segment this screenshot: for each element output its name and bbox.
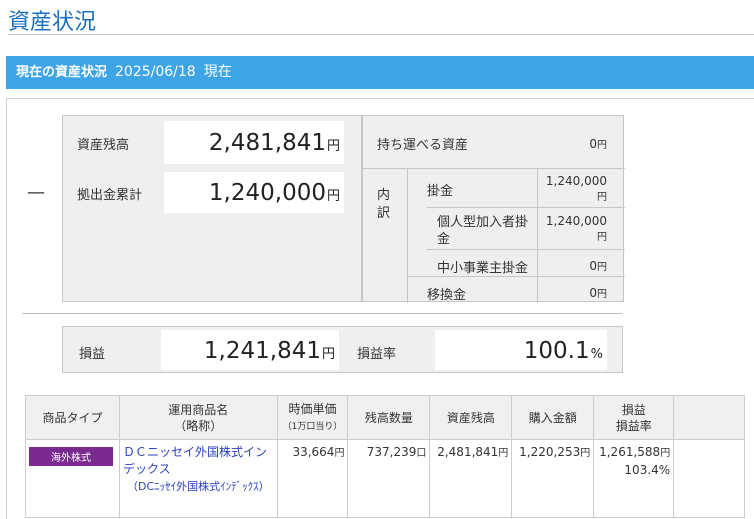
section-header: 現在の資産状況 2025/06/18 現在 <box>6 56 754 89</box>
fund-short-name: （DCﾆｯｾｲ外国株式ｲﾝﾃﾞｯｸｽ） <box>126 480 270 493</box>
profit-value: 1,241,841 <box>203 338 321 364</box>
header-purchase: 購入金額 <box>511 395 595 440</box>
contrib-value: 1,240,000 <box>208 180 326 206</box>
breakdown-label-1: 内 <box>377 188 391 203</box>
profit-rate-box: 100.1% <box>435 330 607 370</box>
balance-amount: 2,481,841円 <box>209 130 340 156</box>
profit-rate-value: 100.1 <box>523 338 590 364</box>
breakdown-divider <box>363 168 625 169</box>
purchase-cell: 1,220,253円 <box>511 439 595 518</box>
header-pl-1: 損益 <box>621 402 646 417</box>
price-unit: 円 <box>334 448 345 459</box>
yen-unit: 円 <box>597 262 607 273</box>
holdings-table: 商品タイプ 運用商品名 （略称） 時価単価 （1万口当り） 残高数量 資産残高 購入… <box>25 395 745 518</box>
section-now: 現在 <box>203 64 232 80</box>
balance-unit: 円 <box>498 448 509 459</box>
transfer-value: 0 <box>589 286 597 300</box>
section-label: 現在の資産状況 <box>16 65 108 80</box>
profit-rate: 100.1% <box>524 338 603 364</box>
contrib-box: 1,240,000円 <box>164 172 344 213</box>
portable-amount: 0円 <box>589 136 607 151</box>
percent-unit: % <box>590 347 603 362</box>
sme-value: 0 <box>589 259 597 273</box>
yen-unit: 円 <box>321 347 335 362</box>
type-badge: 海外株式 <box>29 447 113 466</box>
sme-amount: 0円 <box>589 258 607 273</box>
transfer-label: 移換金 <box>427 288 467 303</box>
transfer-amount: 0円 <box>589 285 607 300</box>
summary-separator <box>22 313 622 314</box>
profit-box: 損益 1,241,841円 損益率 100.1% <box>62 326 623 373</box>
yen-unit: 円 <box>597 192 607 203</box>
profit-value-box: 1,241,841円 <box>161 330 339 370</box>
sme-divider <box>407 276 625 277</box>
header-price-2: （1万口当り） <box>282 421 343 432</box>
header-type: 商品タイプ <box>25 395 120 440</box>
breakdown-label-2: 訳 <box>377 206 391 221</box>
personal-divider <box>427 249 625 250</box>
profit-amount: 1,241,841円 <box>204 338 335 364</box>
value-vline <box>537 168 538 303</box>
pl-value: 1,261,588 <box>599 445 661 459</box>
portable-label: 持ち運べる資産 <box>377 138 469 153</box>
header-name: 運用商品名 （略称） <box>118 395 278 440</box>
pl-cell: 1,261,588円 103.4% <box>593 439 675 518</box>
title-divider <box>8 34 754 35</box>
empty-cell <box>673 439 745 518</box>
personal-value: 1,240,000 <box>545 214 607 228</box>
kakekin-value: 1,240,000 <box>545 174 607 188</box>
header-pl: 損益 損益率 <box>593 395 675 440</box>
purchase-value: 1,220,253 <box>519 445 581 459</box>
header-name-1: 運用商品名 <box>168 402 229 417</box>
profit-rate-label: 損益率 <box>357 347 397 362</box>
header-balance: 資産残高 <box>429 395 513 440</box>
header-name-2: （略称） <box>174 418 223 433</box>
yen-unit: 円 <box>597 140 607 151</box>
kakekin-divider <box>427 207 625 208</box>
yen-unit: 円 <box>326 189 340 204</box>
contrib-amount: 1,240,000円 <box>209 180 340 206</box>
pl-rate-value: 103.4% <box>624 463 671 477</box>
breakdown-box: 持ち運べる資産 0円 内 訳 掛金 1,240,000 円 個人型加入者掛金 1,… <box>362 115 625 303</box>
personal-amount: 1,240,000 円 <box>546 214 607 245</box>
header-price-1: 時価単価 <box>288 401 337 416</box>
fund-name-cell: ＤＣニッセイ外国株式インデックス （DCﾆｯｾｲ外国株式ｲﾝﾃﾞｯｸｽ） <box>118 439 278 518</box>
price-cell: 33,664円 <box>276 439 349 518</box>
page-title: 資産状況 <box>8 10 97 35</box>
yen-unit: 円 <box>326 139 340 154</box>
header-empty <box>673 395 745 440</box>
kakekin-amount: 1,240,000 円 <box>546 174 607 205</box>
pl-unit: 円 <box>660 448 671 459</box>
purchase-unit: 円 <box>580 448 591 459</box>
table-row: 海外株式 ＤＣニッセイ外国株式インデックス （DCﾆｯｾｲ外国株式ｲﾝﾃﾞｯｸｽ… <box>25 439 745 518</box>
holdings-header-row: 商品タイプ 運用商品名 （略称） 時価単価 （1万口当り） 残高数量 資産残高 購入… <box>25 395 745 440</box>
type-cell: 海外株式 <box>25 439 120 518</box>
qty-unit: 口 <box>416 448 427 459</box>
balance-label: 資産残高 <box>77 138 130 153</box>
fund-name-link[interactable]: ＤＣニッセイ外国株式インデックス <box>123 444 274 478</box>
header-price: 時価単価 （1万口当り） <box>276 395 349 440</box>
header-qty: 残高数量 <box>347 395 431 440</box>
portable-value: 0 <box>589 137 597 151</box>
price-value: 33,664 <box>292 445 335 459</box>
personal-label: 個人型加入者掛金 <box>437 214 535 248</box>
header-pl-2: 損益率 <box>615 418 652 433</box>
contrib-label: 拠出金累計 <box>77 188 143 203</box>
kakekin-label: 掛金 <box>427 184 454 199</box>
balance-value: 2,481,841 <box>208 130 326 156</box>
sme-label: 中小事業主掛金 <box>437 261 529 276</box>
profit-label: 損益 <box>79 347 106 362</box>
row-balance-value: 2,481,841 <box>437 445 499 459</box>
balance-cell: 2,481,841円 <box>429 439 513 518</box>
balance-box: 2,481,841円 <box>164 121 344 164</box>
summary-left-box: 資産残高 2,481,841円 拠出金累計 1,240,000円 <box>62 115 362 302</box>
minus-sign: — <box>27 182 45 203</box>
breakdown-vline <box>407 168 408 303</box>
personal-label-text: 個人型加入者掛金 <box>437 215 529 247</box>
yen-unit: 円 <box>597 289 607 300</box>
yen-unit: 円 <box>597 232 607 243</box>
qty-cell: 737,239口 <box>347 439 431 518</box>
section-date: 2025/06/18 <box>115 64 196 80</box>
qty-value: 737,239 <box>366 445 417 459</box>
